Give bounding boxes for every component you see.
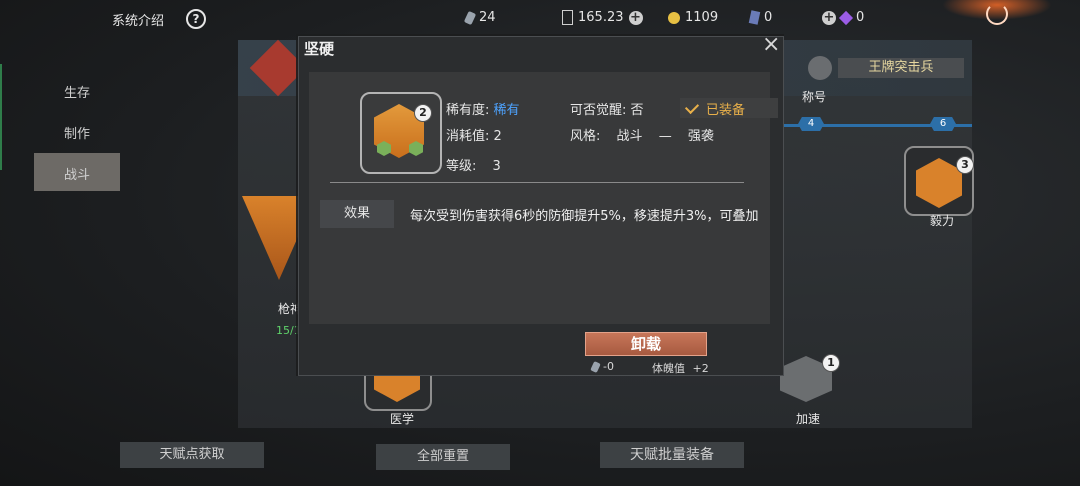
style-value: 战斗 xyxy=(616,129,643,144)
divider xyxy=(330,182,744,183)
cost-value: 2 xyxy=(493,129,502,144)
rarity-label: 稀有度: xyxy=(446,103,490,118)
resource-crystal: + 0 xyxy=(822,10,864,25)
resource-gold: 1109 xyxy=(668,10,718,25)
level-label: 等级: xyxy=(446,159,477,174)
title-label: 称号 xyxy=(802,90,827,104)
cost-label: 消耗值: xyxy=(446,129,490,144)
card-icon xyxy=(748,10,761,25)
equipped-status: 已装备 xyxy=(680,98,778,118)
purple-crystal-icon xyxy=(838,10,854,25)
effect-label: 效果 xyxy=(320,200,394,228)
system-intro-label[interactable]: 系统介绍 xyxy=(112,10,164,29)
resource-value: 165.23 xyxy=(578,10,624,25)
add-battery-button[interactable]: + xyxy=(628,10,643,25)
gold-coin-icon xyxy=(668,11,680,24)
talent-level-badge: 2 xyxy=(414,104,432,122)
style-row: 风格: 战斗 — 强袭 xyxy=(570,125,714,144)
cost-change-value: -0 xyxy=(603,360,614,373)
talent-points-label: 天赋点获取 xyxy=(159,447,225,462)
modal-title: 坚硬 xyxy=(304,40,335,58)
resource-value: 1109 xyxy=(685,10,719,25)
node-label-speed: 加速 xyxy=(796,412,821,426)
add-crystal-button[interactable]: + xyxy=(822,10,836,25)
tier-tag: 4 xyxy=(798,117,824,131)
style-label: 风格: xyxy=(570,129,601,144)
talent-points-button[interactable]: 天赋点获取 xyxy=(120,442,264,468)
level-row: 等级: 3 xyxy=(446,155,501,174)
batch-equip-button[interactable]: 天赋批量装备 xyxy=(600,442,744,468)
sidebar-edge xyxy=(0,64,2,170)
close-icon[interactable]: × xyxy=(762,34,780,56)
resource-value: 0 xyxy=(856,10,865,25)
awaken-value: 否 xyxy=(630,103,644,118)
sidebar-item-combat[interactable]: 战斗 xyxy=(64,164,90,183)
resource-value: 0 xyxy=(764,10,773,25)
bullet-icon xyxy=(590,360,601,373)
awaken-label: 可否觉醒: xyxy=(570,103,627,118)
equipped-label: 已装备 xyxy=(706,102,746,118)
check-icon xyxy=(684,99,700,114)
resource-bullets: 24 xyxy=(463,10,496,25)
sidebar-item-crafting[interactable]: 制作 xyxy=(64,123,90,142)
rarity-row: 稀有度: 稀有 xyxy=(446,99,520,118)
resource-value: 24 xyxy=(479,10,496,25)
battery-icon xyxy=(562,10,573,25)
rarity-value: 稀有 xyxy=(493,103,520,118)
resource-card: 0 xyxy=(748,10,773,25)
tier-tag: 6 xyxy=(930,117,956,131)
node-level-badge: 3 xyxy=(956,156,974,174)
effect-description: 每次受到伤害获得6秒的防御提升5%，移速提升3%，可叠加 xyxy=(410,209,759,224)
stamina-value: +2 xyxy=(692,362,709,375)
cost-row: 消耗值: 2 xyxy=(446,125,502,144)
level-value: 3 xyxy=(492,159,501,174)
resource-battery: 165.23 + xyxy=(562,10,643,25)
title-icon xyxy=(808,56,832,80)
awaken-row: 可否觉醒: 否 xyxy=(570,99,644,118)
stamina-label: 体魄值 xyxy=(652,362,685,375)
stamina-change: 体魄值 +2 xyxy=(652,360,709,376)
unload-button[interactable]: 卸载 xyxy=(585,332,707,356)
help-icon[interactable]: ? xyxy=(186,9,206,29)
reset-all-button[interactable]: 全部重置 xyxy=(376,444,510,470)
title-banner: 王牌突击兵 xyxy=(838,58,964,78)
node-label-perseverance: 毅力 xyxy=(930,214,955,228)
style-value: 强袭 xyxy=(687,129,714,144)
sidebar-item-survival[interactable]: 生存 xyxy=(64,82,90,101)
node-label-medicine: 医学 xyxy=(390,412,415,426)
bullet-icon xyxy=(463,10,477,25)
node-level-badge: 1 xyxy=(822,354,840,372)
power-icon[interactable] xyxy=(986,3,1008,25)
cost-change: -0 xyxy=(590,360,614,373)
style-separator: — xyxy=(658,129,672,144)
